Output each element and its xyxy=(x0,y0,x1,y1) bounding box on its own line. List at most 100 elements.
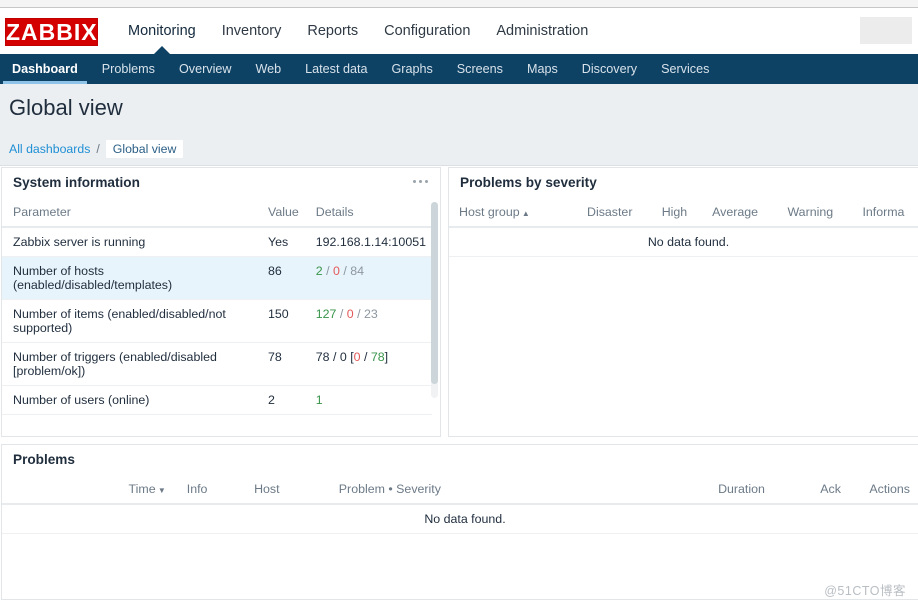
col-value[interactable]: Value xyxy=(256,200,305,228)
zabbix-dashboard-page: ZABBIX Monitoring Inventory Reports Conf… xyxy=(0,0,918,608)
main-navigation: Monitoring Inventory Reports Configurati… xyxy=(115,9,601,55)
detail-segment: / xyxy=(339,264,351,278)
breadcrumb-band: All dashboards / Global view xyxy=(0,135,918,166)
cell-parameter: Zabbix server is running xyxy=(2,227,257,257)
page-title-band: Global view xyxy=(0,84,918,135)
main-menu-reports[interactable]: Reports xyxy=(294,9,371,54)
table-row: Number of hosts (enabled/disabled/templa… xyxy=(2,256,432,300)
subnav-item-screens[interactable]: Screens xyxy=(445,54,515,84)
table-header-row: Host group Disaster High Average Warning… xyxy=(449,200,918,228)
subnav-item-overview[interactable]: Overview xyxy=(167,54,243,84)
detail-segment: 2 xyxy=(315,264,323,278)
table-row: Number of users (online) 2 1 xyxy=(2,385,432,415)
cell-details: 192.168.1.14:10051 xyxy=(304,227,432,257)
cell-parameter: Number of users (online) xyxy=(2,385,257,415)
detail-segment: / xyxy=(360,350,371,364)
cell-value: 2 xyxy=(256,385,305,415)
page-title: Global view xyxy=(9,95,123,120)
system-information-header: System information xyxy=(2,168,440,200)
main-menu-monitoring-label: Monitoring xyxy=(128,23,196,39)
detail-segment: / xyxy=(322,264,333,278)
table-header-row: Parameter Value Details xyxy=(2,200,432,228)
problems-by-severity-empty-message: No data found. xyxy=(449,227,918,257)
main-menu-administration[interactable]: Administration xyxy=(483,9,601,54)
system-information-table: Parameter Value Details Zabbix server is… xyxy=(2,200,432,415)
browser-top-strip xyxy=(0,0,918,8)
cell-details: 78 / 0 [0 / 78] xyxy=(304,342,432,386)
detail-segment: 127 xyxy=(315,307,337,321)
detail-segment: 78 / 0 [ xyxy=(315,350,354,364)
subnav-item-problems[interactable]: Problems xyxy=(90,54,167,84)
header-search-area[interactable] xyxy=(860,17,912,44)
detail-segment: / xyxy=(336,307,347,321)
col-details[interactable]: Details xyxy=(304,200,432,228)
problems-widget: Problems Time Info Host Problem • Severi… xyxy=(1,444,918,600)
main-menu-monitoring[interactable]: Monitoring xyxy=(115,9,209,55)
empty-row: No data found. xyxy=(2,504,918,534)
col-time[interactable]: Time xyxy=(2,477,176,505)
cell-details: 127 / 0 / 23 xyxy=(304,299,432,343)
cell-parameter: Number of items (enabled/disabled/not su… xyxy=(2,299,257,343)
subnav-item-graphs[interactable]: Graphs xyxy=(379,54,444,84)
detail-segment: / xyxy=(353,307,364,321)
system-information-title: System information xyxy=(13,175,140,190)
detail-segment: 1 xyxy=(315,393,323,407)
main-menu-configuration[interactable]: Configuration xyxy=(371,9,483,54)
detail-segment: ] xyxy=(384,350,389,364)
problems-by-severity-header: Problems by severity xyxy=(449,168,918,200)
main-header: ZABBIX Monitoring Inventory Reports Conf… xyxy=(0,9,918,55)
col-problem-severity[interactable]: Problem • Severity xyxy=(327,477,654,505)
breadcrumb-current[interactable]: Global view xyxy=(105,140,184,158)
col-average[interactable]: Average xyxy=(702,200,778,228)
col-host[interactable]: Host xyxy=(243,477,328,505)
widget-menu-icon[interactable] xyxy=(413,180,428,183)
problems-table: Time Info Host Problem • Severity Durati… xyxy=(2,477,918,534)
col-ack[interactable]: Ack xyxy=(770,477,847,505)
problems-empty-message: No data found. xyxy=(2,504,918,534)
system-information-rows: Zabbix server is running Yes 192.168.1.14:… xyxy=(2,227,432,415)
cell-value: 78 xyxy=(256,342,305,386)
widget-scrollbar[interactable] xyxy=(431,202,438,398)
detail-segment: 0 xyxy=(346,307,354,321)
zabbix-logo[interactable]: ZABBIX xyxy=(5,17,98,46)
breadcrumb-separator: / xyxy=(96,142,100,156)
col-disaster[interactable]: Disaster xyxy=(577,200,652,228)
col-duration[interactable]: Duration xyxy=(653,477,771,505)
breadcrumb: All dashboards / Global view xyxy=(9,140,184,158)
table-header-row: Time Info Host Problem • Severity Durati… xyxy=(2,477,918,505)
subnav-item-latest-data[interactable]: Latest data xyxy=(293,54,379,84)
problems-by-severity-widget: Problems by severity Host group Disaster… xyxy=(448,167,918,437)
col-high[interactable]: High xyxy=(651,200,703,228)
detail-segment: 0 xyxy=(353,350,361,364)
cell-details: 1 xyxy=(304,385,432,415)
col-host-group[interactable]: Host group xyxy=(449,200,577,228)
subnav-item-discovery[interactable]: Discovery xyxy=(570,54,649,84)
col-parameter[interactable]: Parameter xyxy=(2,200,257,228)
subnav-item-web[interactable]: Web xyxy=(243,54,293,84)
subnav-item-services[interactable]: Services xyxy=(649,54,721,84)
subnav-item-maps[interactable]: Maps xyxy=(515,54,570,84)
table-row: Number of triggers (enabled/disabled [pr… xyxy=(2,342,432,386)
col-actions[interactable]: Actions xyxy=(846,477,918,505)
breadcrumb-all-dashboards[interactable]: All dashboards xyxy=(9,142,90,156)
cell-details: 2 / 0 / 84 xyxy=(304,256,432,300)
problems-title: Problems xyxy=(13,452,75,467)
empty-row: No data found. xyxy=(449,227,918,257)
detail-segment: 84 xyxy=(350,264,365,278)
detail-segment: 78 xyxy=(370,350,385,364)
problems-by-severity-table: Host group Disaster High Average Warning… xyxy=(449,200,918,257)
problems-by-severity-title: Problems by severity xyxy=(460,175,597,190)
cell-parameter: Number of hosts (enabled/disabled/templa… xyxy=(2,256,257,300)
main-menu-inventory[interactable]: Inventory xyxy=(209,9,295,54)
col-warning[interactable]: Warning xyxy=(777,200,853,228)
subnav-item-dashboard[interactable]: Dashboard xyxy=(0,54,90,84)
problems-header: Problems xyxy=(2,445,918,477)
cell-parameter: Number of triggers (enabled/disabled [pr… xyxy=(2,342,257,386)
system-information-widget: System information Parameter Value Detai… xyxy=(1,167,441,437)
sub-navigation: Dashboard Problems Overview Web Latest d… xyxy=(0,54,918,84)
table-row: Zabbix server is running Yes 192.168.1.14:… xyxy=(2,227,432,257)
detail-segment: 23 xyxy=(364,307,378,321)
col-info[interactable]: Info xyxy=(175,477,244,505)
col-information[interactable]: Informa xyxy=(852,200,918,228)
detail-segment: 0 xyxy=(332,264,340,278)
